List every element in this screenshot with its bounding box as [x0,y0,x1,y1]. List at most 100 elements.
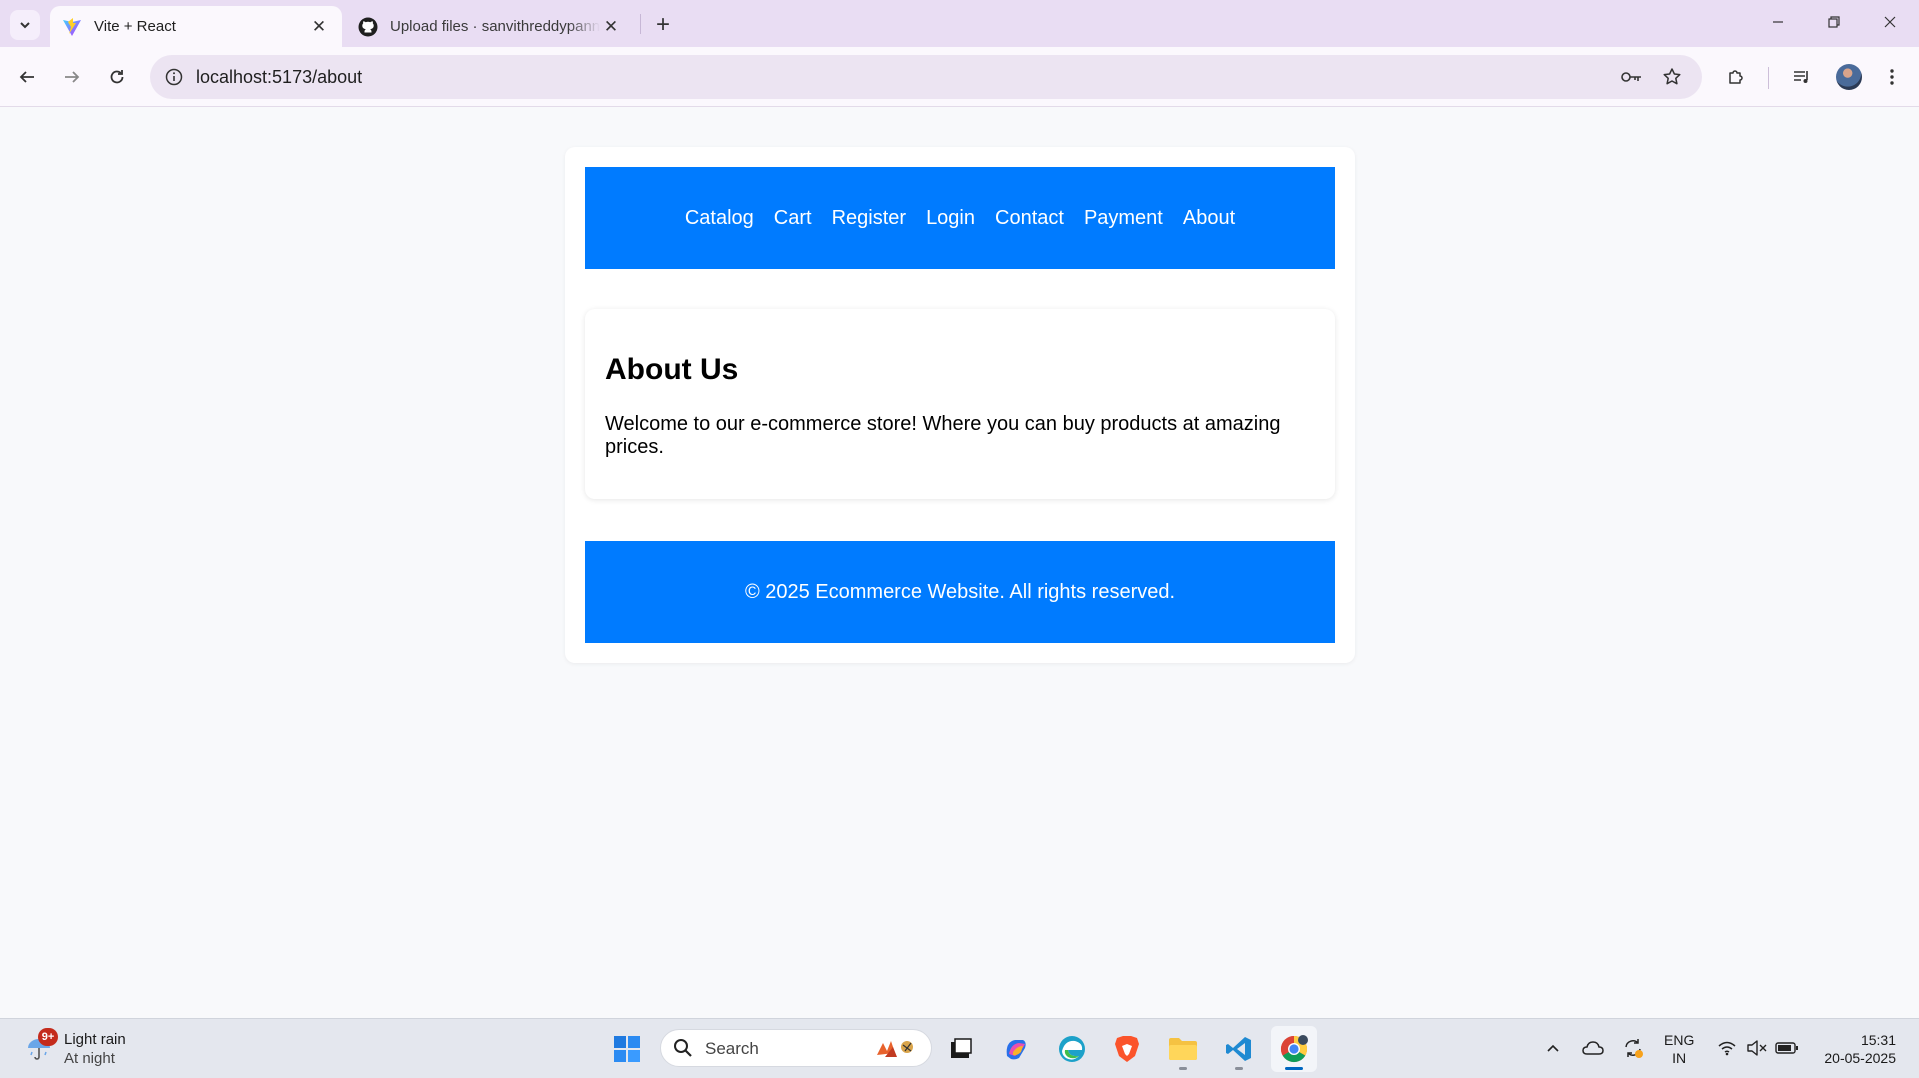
page-footer: © 2025 Ecommerce Website. All rights res… [585,541,1335,643]
volume-tray-icon[interactable] [1744,1035,1770,1061]
folder-icon [1169,1038,1197,1060]
media-controls-button[interactable] [1784,59,1820,95]
taskbar-app-copilot[interactable] [993,1026,1039,1072]
running-indicator [1285,1067,1303,1070]
taskbar-app-taskview[interactable] [938,1026,984,1072]
nav-link-catalog[interactable]: Catalog [685,207,754,230]
battery-tray-icon[interactable] [1774,1035,1800,1061]
playlist-icon [1794,71,1808,83]
url-text[interactable]: localhost:5173/about [196,67,362,88]
app-container: Catalog Cart Register Login Contact Paym… [565,147,1355,663]
weather-widget[interactable]: 9+ Light rain At night [22,1028,162,1070]
start-button[interactable] [604,1026,650,1072]
search-placeholder: Search [705,1039,759,1058]
address-bar[interactable]: localhost:5173/about [150,55,1702,99]
chrome-icon [1280,1035,1308,1063]
nav-link-about[interactable]: About [1183,207,1235,230]
search-highlight-icon [877,1041,913,1057]
tab-upload-files[interactable]: Upload files · sanvithreddypann ✕ [346,6,634,47]
battery-icon [1775,1042,1798,1054]
arrow-right-icon [65,71,80,83]
taskbar-app-file-explorer[interactable] [1160,1026,1206,1072]
running-indicator [1179,1067,1187,1070]
running-indicator [1235,1067,1243,1070]
weather-badge: 9+ [38,1028,58,1046]
site-info-icon[interactable] [160,63,188,91]
browser-menu-button[interactable] [1874,59,1910,95]
minimize-button[interactable] [1750,0,1806,44]
toolbar-separator [1768,67,1769,89]
github-icon [358,17,378,37]
about-card: About Us Welcome to our e-commerce store… [585,309,1335,499]
bookmark-star-icon[interactable] [1658,63,1686,91]
forward-button[interactable] [54,59,90,95]
language-indicator[interactable]: ENG IN [1664,1031,1694,1067]
copilot-icon [1006,1040,1026,1060]
speaker-muted-icon [1747,1040,1767,1056]
tab-vite-react[interactable]: Vite + React ✕ [50,6,342,47]
about-text: Welcome to our e-commerce store! Where y… [605,413,1281,458]
weather-subtitle: At night [64,1050,115,1067]
nav-link-register[interactable]: Register [832,207,906,230]
edge-icon [1059,1036,1085,1062]
nav-link-cart[interactable]: Cart [774,207,812,230]
vite-icon [62,17,82,37]
close-tab-icon[interactable]: ✕ [308,16,330,38]
reload-button[interactable] [99,59,135,95]
language-code: ENG [1664,1032,1695,1048]
nav-link-login[interactable]: Login [926,207,975,230]
page-viewport: Catalog Cart Register Login Contact Paym… [0,107,1919,1018]
minimize-icon [1773,21,1783,23]
restore-button[interactable] [1806,0,1862,44]
vscode-icon [1226,1037,1251,1061]
taskbar-app-vscode[interactable] [1216,1026,1262,1072]
sync-icon [1625,1039,1643,1058]
taskbar-search[interactable]: Search [660,1029,932,1067]
taskbar-clock[interactable]: 15:31 20-05-2025 [1812,1031,1896,1067]
password-key-icon[interactable] [1618,63,1646,91]
reload-icon [110,70,124,84]
browser-toolbar: localhost:5173/about [0,47,1919,107]
chevron-up-icon [1547,1044,1559,1052]
tab-separator [640,14,641,34]
task-view-icon [951,1038,972,1058]
profile-avatar[interactable] [1836,64,1862,90]
weather-condition: Light rain [64,1031,126,1048]
puzzle-icon [1729,70,1743,84]
extensions-button[interactable] [1718,59,1754,95]
more-vertical-icon [1890,69,1894,85]
wifi-icon [1718,1041,1736,1056]
chevron-down-icon [20,22,30,29]
back-button[interactable] [9,59,45,95]
page-title: About Us [605,353,739,386]
close-tab-icon[interactable]: ✕ [600,16,622,38]
tab-strip: Vite + React ✕ Upload files · sanvithred… [0,0,1919,47]
cloud-icon [1582,1041,1604,1055]
arrow-left-icon [19,71,34,83]
main-nav: Catalog Cart Register Login Contact Paym… [585,167,1335,269]
clock-date: 20-05-2025 [1824,1050,1896,1066]
clock-time: 15:31 [1860,1032,1896,1048]
nav-link-payment[interactable]: Payment [1084,207,1163,230]
tab-search-button[interactable] [10,10,40,40]
new-tab-button[interactable]: + [648,10,678,40]
tab-title: Vite + React [94,18,176,35]
close-icon [1884,16,1896,28]
sync-tray-icon[interactable] [1620,1035,1646,1061]
close-window-button[interactable] [1862,0,1918,44]
language-region: IN [1672,1050,1687,1066]
onedrive-tray-icon[interactable] [1580,1035,1606,1061]
taskbar-app-chrome[interactable] [1271,1026,1317,1072]
tab-title: Upload files · sanvithreddypann [390,18,600,35]
nav-link-contact[interactable]: Contact [995,207,1064,230]
taskbar-app-edge[interactable] [1049,1026,1095,1072]
restore-icon [1828,16,1840,28]
wifi-tray-icon[interactable] [1714,1035,1740,1061]
taskbar-app-brave[interactable] [1104,1026,1150,1072]
footer-text: © 2025 Ecommerce Website. All rights res… [744,580,1176,603]
brave-icon [1115,1036,1139,1062]
windows-icon [614,1036,640,1062]
show-hidden-icons-button[interactable] [1540,1035,1566,1061]
taskbar: 9+ Light rain At night Search ENG IN 15:… [0,1018,1919,1078]
search-icon [674,1039,692,1057]
